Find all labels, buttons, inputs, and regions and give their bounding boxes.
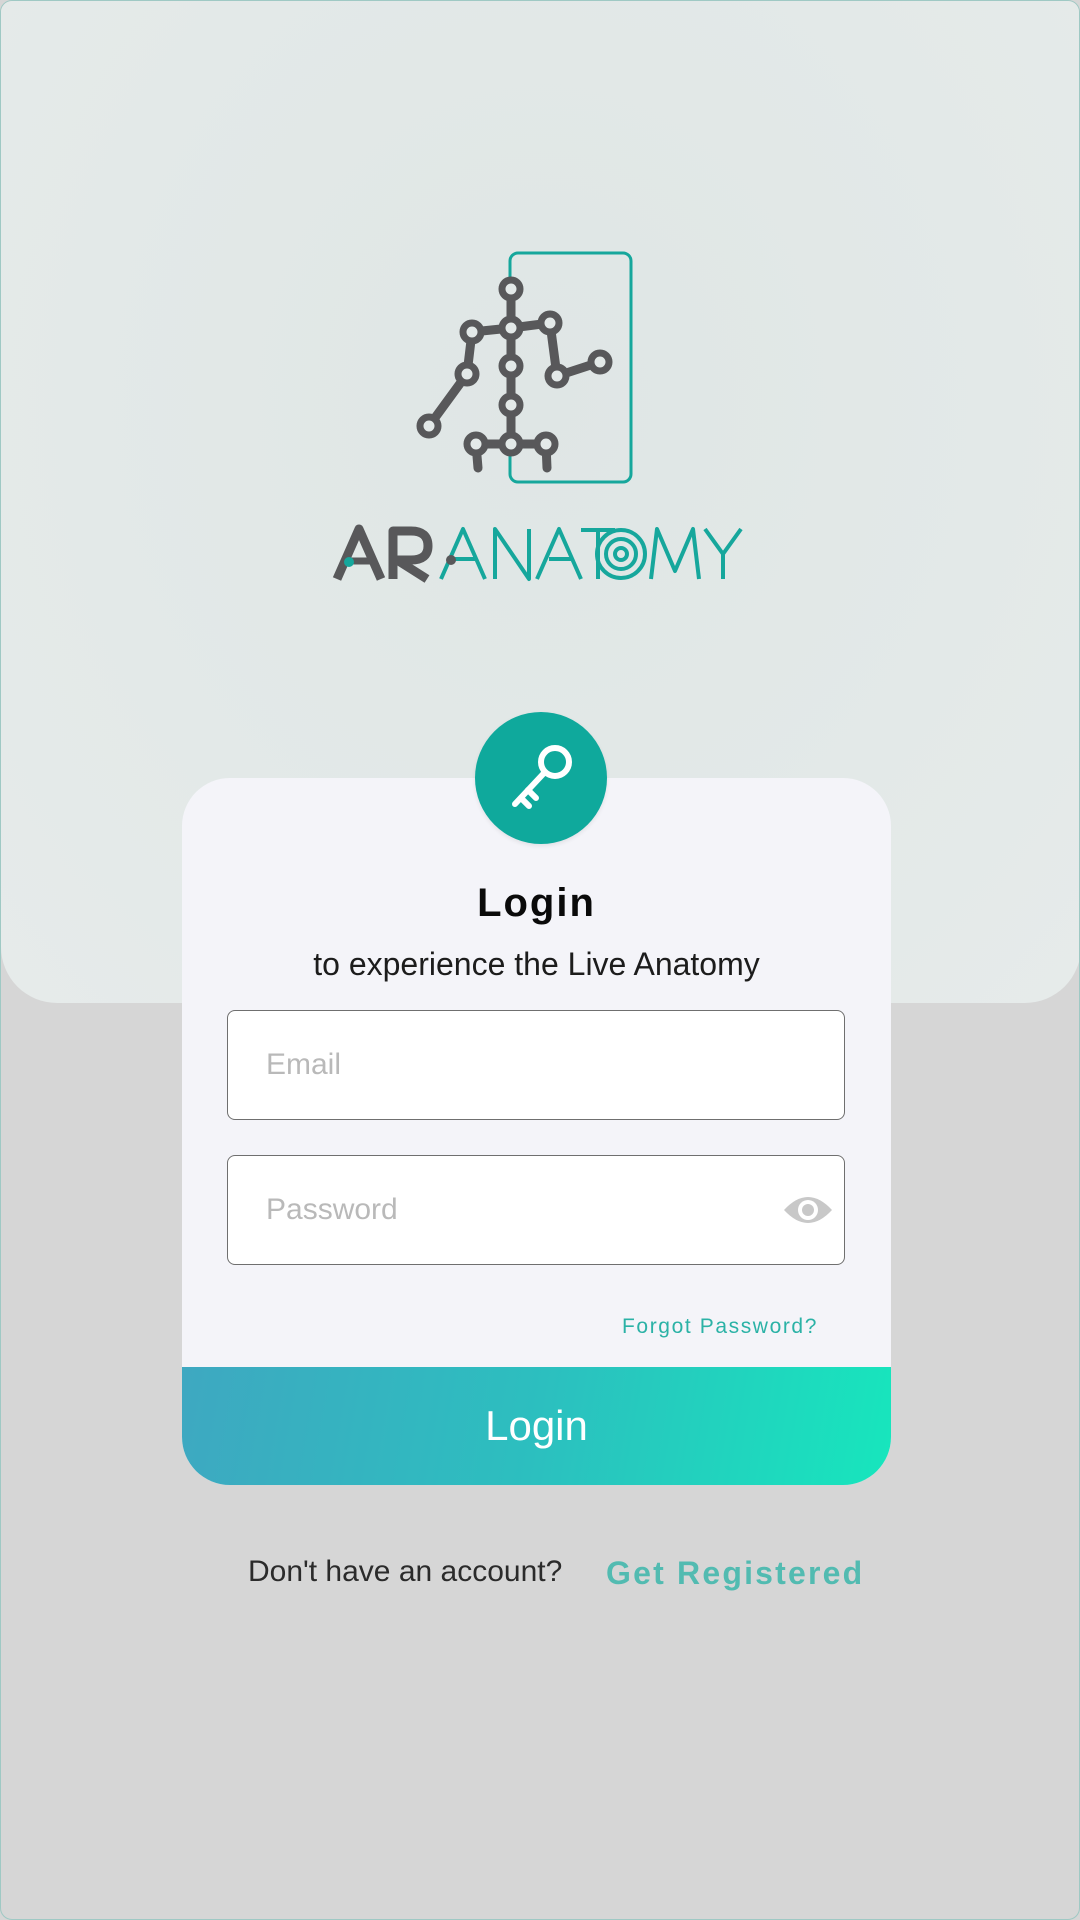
email-input[interactable] bbox=[264, 1011, 784, 1119]
show-password-toggle[interactable] bbox=[780, 1190, 836, 1230]
password-field[interactable] bbox=[227, 1155, 845, 1265]
key-icon bbox=[512, 745, 572, 809]
forgot-password-link[interactable]: Forgot Password? bbox=[622, 1315, 818, 1339]
key-badge bbox=[475, 712, 607, 844]
login-screen: Login to experience the Live Anatomy For… bbox=[0, 0, 1080, 1920]
login-title: Login bbox=[477, 881, 596, 925]
login-button[interactable]: Login bbox=[182, 1367, 891, 1485]
ar-anatomy-wordmark bbox=[332, 524, 743, 583]
email-field[interactable] bbox=[227, 1010, 845, 1120]
eye-icon bbox=[784, 1197, 832, 1223]
skeleton-logo-icon bbox=[416, 251, 633, 484]
register-row: Don't have an account? Get Registered bbox=[1, 1553, 1079, 1603]
login-subtitle: to experience the Live Anatomy bbox=[313, 946, 760, 982]
password-input[interactable] bbox=[264, 1156, 784, 1264]
get-registered-link[interactable]: Get Registered bbox=[606, 1555, 864, 1592]
register-prompt: Don't have an account? bbox=[248, 1555, 563, 1588]
login-card: Login to experience the Live Anatomy For… bbox=[182, 778, 891, 1485]
